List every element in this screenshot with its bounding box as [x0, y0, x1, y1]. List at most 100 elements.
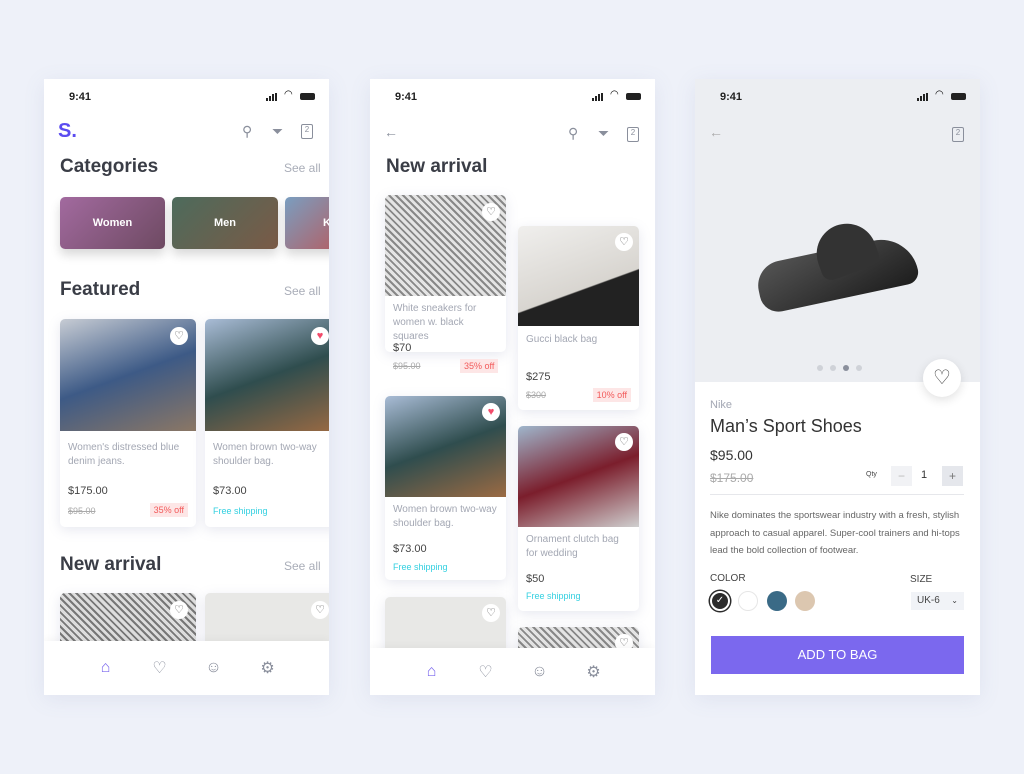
heart-icon[interactable]: ♡	[151, 658, 169, 678]
heart-icon[interactable]: ♥	[311, 327, 329, 345]
new-arrival-see-all[interactable]: See all	[284, 559, 321, 573]
shipping-label: Free shipping	[213, 506, 268, 516]
signal-icon	[592, 93, 603, 101]
old-price: $95.00	[393, 361, 421, 371]
status-time: 9:41	[395, 91, 418, 103]
add-to-bag-button[interactable]: ADD TO BAG	[711, 636, 964, 674]
product-card[interactable]: ♡ Ornament clutch bag for wedding $50 Fr…	[518, 426, 639, 611]
chevron-down-icon: ⌄	[951, 596, 958, 605]
home-icon[interactable]: ⌂	[97, 659, 115, 677]
heart-icon[interactable]: ♡	[615, 233, 633, 251]
page-title: New arrival	[386, 156, 488, 177]
brand: Nike	[710, 399, 733, 411]
qty-label: Qty	[866, 471, 877, 478]
battery-icon	[626, 93, 641, 100]
wifi-icon: ◠	[284, 89, 293, 100]
bag-icon[interactable]: 2	[627, 127, 639, 142]
qty-plus-button[interactable]: +	[942, 466, 963, 486]
gear-icon[interactable]: ⚙	[585, 662, 603, 682]
discount-badge: 35% off	[149, 503, 188, 517]
heart-icon[interactable]: ♡	[311, 601, 329, 619]
product-card[interactable]: ♡ White sneakers for women w. black squa…	[385, 195, 506, 352]
bottom-nav: ⌂ ♡ ☺ ⚙	[44, 641, 329, 695]
product-name: Ornament clutch bag for wedding	[526, 534, 619, 559]
user-icon[interactable]: ☺	[531, 663, 549, 681]
filter-icon[interactable]: ⏷	[598, 125, 609, 142]
heart-icon[interactable]: ♡	[482, 203, 500, 221]
divider	[710, 494, 964, 495]
featured-see-all[interactable]: See all	[284, 284, 321, 298]
color-label: COLOR	[710, 573, 746, 584]
size-value: UK-6	[917, 595, 940, 606]
qty-value[interactable]: 1	[921, 469, 927, 481]
home-icon[interactable]: ⌂	[423, 663, 441, 681]
heart-icon[interactable]: ♡	[170, 601, 188, 619]
category-kids[interactable]: Kids	[285, 197, 329, 249]
product-price: $95.00	[710, 447, 753, 463]
color-swatch-blue[interactable]	[767, 591, 787, 611]
color-swatch-beige[interactable]	[795, 591, 815, 611]
product-price: $175.00	[68, 485, 108, 497]
product-price: $73.00	[393, 543, 427, 555]
shipping-label: Free shipping	[393, 562, 448, 572]
featured-title: Featured	[60, 279, 141, 300]
filter-icon[interactable]: ⏷	[272, 123, 283, 140]
arrow-left-icon[interactable]: ←	[384, 124, 398, 140]
product-price: $70	[393, 342, 412, 352]
gear-icon[interactable]: ⚙	[259, 658, 277, 678]
categories-see-all[interactable]: See all	[284, 161, 321, 175]
signal-icon	[917, 93, 928, 101]
categories-title: Categories	[60, 156, 159, 177]
shipping-label: Free shipping	[526, 591, 581, 601]
product-description: Nike dominates the sportswear industry w…	[710, 510, 960, 556]
heart-icon[interactable]: ♥	[482, 403, 500, 421]
heart-icon[interactable]: ♡	[482, 604, 500, 622]
battery-icon	[300, 93, 315, 100]
size-label: SIZE	[910, 574, 933, 585]
new-arrival-title: New arrival	[60, 554, 162, 575]
category-men[interactable]: Men	[172, 197, 278, 249]
signal-icon	[266, 93, 277, 101]
old-price: $300	[526, 390, 547, 400]
product-name: Women's distressed blue denim jeans.	[68, 442, 180, 467]
carousel-dots[interactable]	[817, 365, 862, 371]
home-screen: 9:41 ◠ S. ⚲ ⏷ 2 Categories See all Women…	[44, 79, 329, 695]
product-card[interactable]: ♥ Women brown two-way shoulder bag. $73.…	[385, 396, 506, 580]
search-icon[interactable]: ⚲	[242, 123, 252, 140]
color-swatch-white[interactable]	[738, 591, 758, 611]
new-arrival-screen: 9:41 ◠ ← ⚲ ⏷ 2 New arrival ♡ White sneak…	[370, 79, 655, 695]
bag-icon[interactable]: 2	[952, 127, 964, 142]
discount-badge: 10% off	[592, 388, 631, 402]
logo: S.	[58, 120, 77, 142]
product-name: Women brown two-way shoulder bag.	[213, 442, 317, 467]
product-price: $275	[526, 371, 551, 383]
color-swatch-black[interactable]: ✓	[710, 591, 730, 611]
qty-minus-button[interactable]: −	[891, 466, 912, 486]
wifi-icon: ◠	[935, 89, 944, 100]
status-time: 9:41	[69, 91, 92, 103]
old-price: $175.00	[710, 471, 754, 485]
product-name: Women brown two-way shoulder bag.	[393, 504, 497, 529]
product-card[interactable]: ♡ Gucci black bag $275 $300 10% off	[518, 226, 639, 410]
product-name: White sneakers for women w. black square…	[393, 303, 477, 342]
size-select[interactable]: UK-6 ⌄	[911, 592, 964, 610]
heart-icon[interactable]: ♡	[170, 327, 188, 345]
category-women[interactable]: Women	[60, 197, 165, 249]
product-detail-screen: 9:41 ◠ ← 2 ♡ Nike Man’s Sport Shoes $95.…	[695, 79, 980, 695]
discount-badge: 35% off	[460, 359, 499, 373]
wifi-icon: ◠	[610, 89, 619, 100]
product-card[interactable]: ♥ Women brown two-way shoulder bag. $73.…	[205, 319, 329, 527]
product-price: $50	[526, 573, 545, 585]
heart-icon[interactable]: ♡	[615, 433, 633, 451]
product-title: Man’s Sport Shoes	[710, 416, 862, 436]
search-icon[interactable]: ⚲	[568, 125, 578, 142]
heart-icon[interactable]: ♡	[923, 359, 961, 397]
bottom-nav: ⌂ ♡ ☺ ⚙	[370, 648, 655, 695]
user-icon[interactable]: ☺	[205, 659, 223, 677]
product-card[interactable]: ♡ Women's distressed blue denim jeans. $…	[60, 319, 196, 527]
product-hero	[695, 79, 980, 382]
arrow-left-icon[interactable]: ←	[709, 124, 723, 140]
product-name: Gucci black bag	[526, 334, 598, 345]
heart-icon[interactable]: ♡	[477, 662, 495, 682]
bag-icon[interactable]: 2	[301, 124, 313, 139]
